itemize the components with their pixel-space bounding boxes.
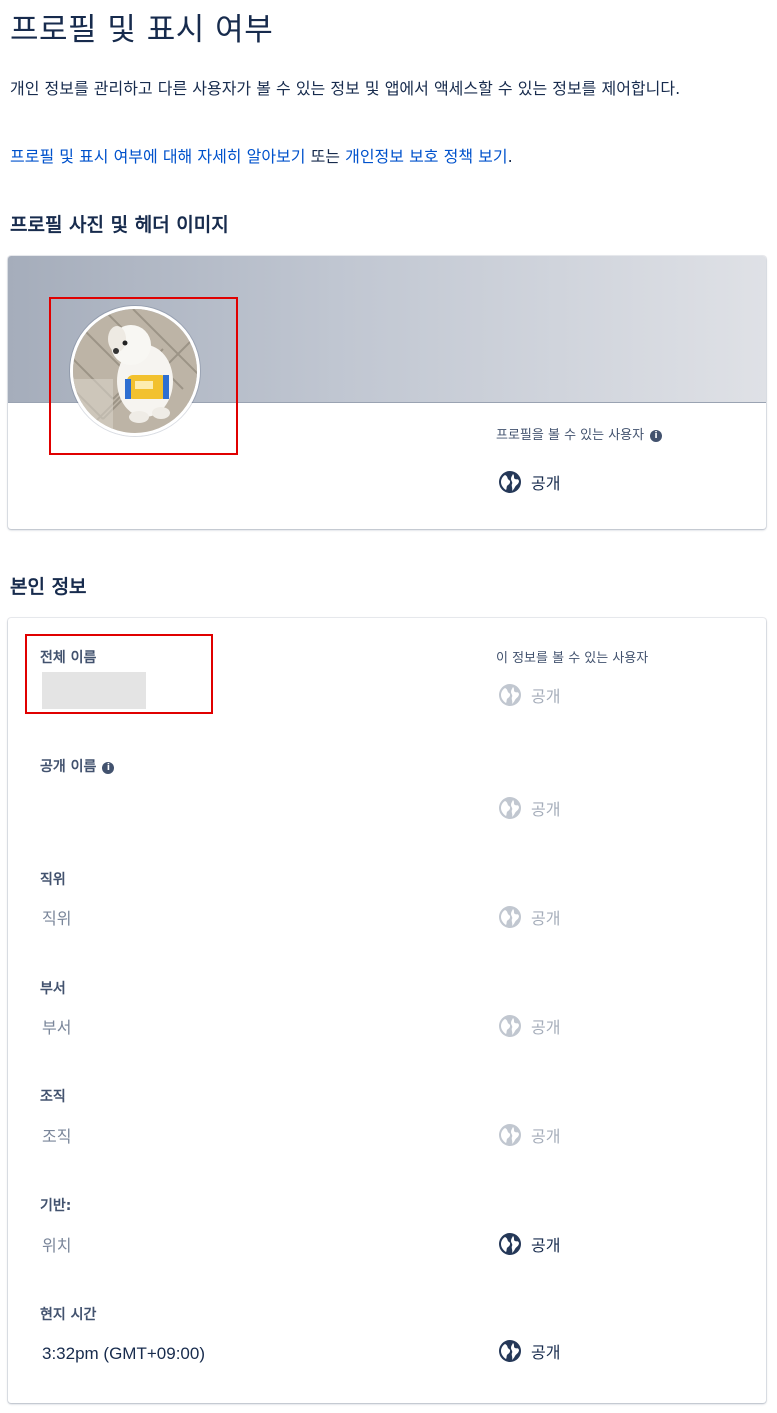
about-visibility-label: 이 정보를 볼 수 있는 사용자 xyxy=(496,651,649,666)
globe-icon xyxy=(499,1124,521,1146)
globe-icon xyxy=(499,1015,521,1037)
profile-photo-card: 프로필을 볼 수 있는 사용자 i 공개 xyxy=(8,256,766,529)
privacy-policy-link[interactable]: 개인정보 보호 정책 보기 xyxy=(345,147,507,166)
public-name-visibility: 공개 xyxy=(498,796,560,820)
job-title-visibility-value: 공개 xyxy=(531,909,561,928)
globe-icon xyxy=(499,1340,521,1362)
profile-visibility-label: 프로필을 볼 수 있는 사용자 i xyxy=(496,424,663,443)
intro-links: 프로필 및 표시 여부에 대해 자세히 알아보기 또는 개인정보 보호 정책 보… xyxy=(10,143,513,167)
connector-text: 또는 xyxy=(305,147,346,166)
job-title-field[interactable]: 직위 xyxy=(42,905,71,929)
profile-visibility-label-text: 프로필을 볼 수 있는 사용자 xyxy=(496,428,645,443)
globe-icon xyxy=(499,906,521,928)
info-icon[interactable]: i xyxy=(102,762,115,774)
organization-visibility: 공개 xyxy=(498,1123,560,1147)
department-visibility-value: 공개 xyxy=(531,1018,561,1037)
globe-icon xyxy=(499,797,521,819)
location-visibility-value: 공개 xyxy=(531,1236,561,1255)
local-time-visibility-selector[interactable]: 공개 xyxy=(498,1339,560,1363)
full-name-visibility-value: 공개 xyxy=(531,687,561,706)
globe-icon xyxy=(499,471,521,493)
location-label: 기반: xyxy=(40,1198,72,1214)
public-name-visibility-value: 공개 xyxy=(531,800,561,819)
job-title-visibility: 공개 xyxy=(498,905,560,929)
full-name-highlight-frame xyxy=(25,634,213,714)
public-name-label: 공개 이름 i xyxy=(40,756,115,776)
info-icon[interactable]: i xyxy=(650,430,663,442)
job-title-label: 직위 xyxy=(40,872,66,888)
page-title: 프로필 및 표시 여부 xyxy=(10,12,274,48)
local-time-visibility-value: 공개 xyxy=(531,1343,561,1362)
location-field[interactable]: 위치 xyxy=(42,1232,71,1256)
period-text: . xyxy=(507,147,513,166)
profile-photo-section-title: 프로필 사진 및 헤더 이미지 xyxy=(10,214,229,236)
department-field[interactable]: 부서 xyxy=(42,1014,71,1038)
organization-field[interactable]: 조직 xyxy=(42,1123,71,1147)
local-time-label: 현지 시간 xyxy=(40,1307,97,1323)
profile-visibility-selector[interactable]: 공개 xyxy=(498,470,560,494)
learn-more-link[interactable]: 프로필 및 표시 여부에 대해 자세히 알아보기 xyxy=(10,147,305,166)
location-visibility-selector[interactable]: 공개 xyxy=(498,1232,560,1256)
organization-visibility-value: 공개 xyxy=(531,1127,561,1146)
local-time-value: 3:32pm (GMT+09:00) xyxy=(42,1344,205,1363)
public-name-label-text: 공개 이름 xyxy=(40,759,97,775)
organization-label: 조직 xyxy=(40,1089,66,1105)
profile-visibility-value: 공개 xyxy=(531,474,561,493)
department-label: 부서 xyxy=(40,981,66,997)
about-card: 이 정보를 볼 수 있는 사용자 전체 이름 공개 공개 이름 i 공개 직위 직… xyxy=(8,618,766,1403)
globe-icon xyxy=(499,1233,521,1255)
globe-icon xyxy=(499,684,521,706)
avatar-highlight-frame xyxy=(49,297,238,455)
department-visibility: 공개 xyxy=(498,1014,560,1038)
full-name-visibility: 공개 xyxy=(498,683,560,707)
about-section-title: 본인 정보 xyxy=(10,576,87,598)
page-intro: 개인 정보를 관리하고 다른 사용자가 볼 수 있는 정보 및 앱에서 액세스할… xyxy=(10,79,681,98)
